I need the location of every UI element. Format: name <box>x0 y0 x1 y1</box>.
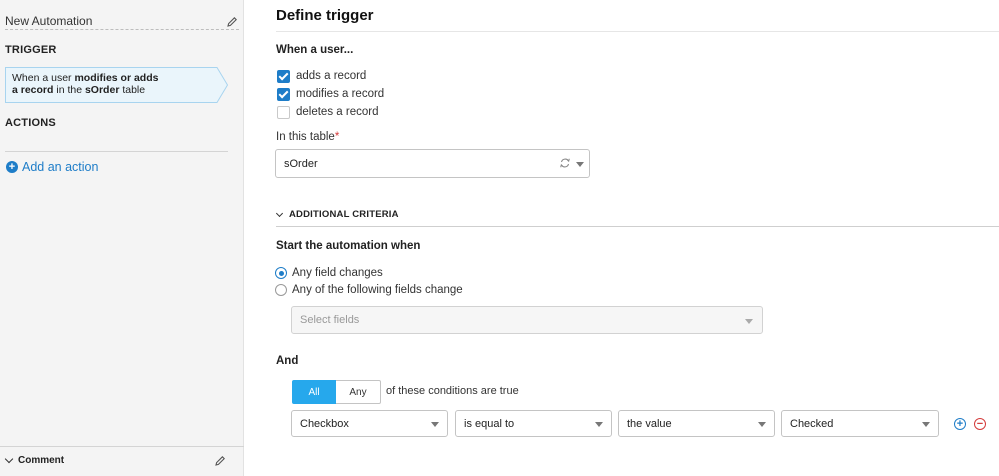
toggle-any-button[interactable]: Any <box>336 380 381 404</box>
trigger-heading: TRIGGER <box>5 44 57 56</box>
condition-value-value: Checked <box>790 417 834 430</box>
conditions-text: of these conditions are true <box>386 385 519 397</box>
edit-comment-pencil-icon[interactable] <box>214 455 226 467</box>
required-asterisk: * <box>334 131 340 143</box>
radio-following-fields[interactable]: Any of the following fields change <box>275 283 463 297</box>
checkbox-label: adds a record <box>296 70 367 82</box>
remove-condition-minus-icon[interactable]: − <box>974 418 986 430</box>
comment-heading: Comment <box>18 455 65 466</box>
add-action-label: Add an action <box>22 160 99 174</box>
table-select[interactable]: sOrder <box>275 149 590 178</box>
trigger-text-part: in the <box>53 83 85 96</box>
condition-value-type-value: the value <box>627 417 672 430</box>
chevron-down-icon <box>576 162 584 167</box>
add-condition-plus-icon[interactable]: + <box>954 418 966 430</box>
checkbox-adds-record[interactable]: adds a record <box>277 69 366 83</box>
trigger-summary: When a user modifies or adds a record in… <box>12 72 159 96</box>
start-when-heading: Start the automation when <box>276 240 421 252</box>
condition-field-value: Checkbox <box>300 417 349 430</box>
checkbox-unchecked-icon[interactable] <box>277 105 290 119</box>
sidebar: New Automation TRIGGER When a user modif… <box>0 0 244 476</box>
plus-circle-icon: + <box>6 161 18 173</box>
trigger-text-bold: modifies or adds <box>74 72 159 84</box>
refresh-icon[interactable] <box>559 157 571 169</box>
criteria-divider <box>276 226 999 227</box>
trigger-card[interactable]: When a user modifies or adds a record in… <box>5 67 229 103</box>
checkbox-label: deletes a record <box>296 106 379 118</box>
toggle-all-button[interactable]: All <box>292 380 336 404</box>
table-label-text: In this table <box>276 131 335 143</box>
radio-label: Any field changes <box>292 267 383 279</box>
chevron-down-icon <box>758 422 766 427</box>
radio-any-field[interactable]: Any field changes <box>275 266 383 280</box>
condition-field-select[interactable]: Checkbox <box>291 410 448 437</box>
actions-heading: ACTIONS <box>5 117 56 129</box>
additional-criteria-toggle[interactable]: ADDITIONAL CRITERIA <box>275 209 399 220</box>
fields-select[interactable]: Select fields <box>291 306 763 334</box>
comment-toggle[interactable]: Comment <box>4 454 65 466</box>
chevron-down-icon <box>4 454 14 464</box>
radio-selected-icon[interactable] <box>275 267 287 279</box>
automation-name-text: New Automation <box>5 14 93 28</box>
checkbox-checked-icon[interactable] <box>277 87 290 101</box>
and-heading: And <box>276 355 299 367</box>
chevron-down-icon <box>745 319 753 324</box>
automation-name[interactable]: New Automation <box>5 13 239 30</box>
chevron-down-icon <box>595 422 603 427</box>
radio-label: Any of the following fields change <box>292 284 463 296</box>
table-select-value: sOrder <box>284 157 318 170</box>
criteria-heading: ADDITIONAL CRITERIA <box>289 209 399 220</box>
trigger-text-bold: a record <box>12 83 54 96</box>
sidebar-divider <box>5 151 228 152</box>
chevron-down-icon <box>275 209 284 217</box>
when-user-heading: When a user... <box>276 44 354 56</box>
checkbox-label: modifies a record <box>296 88 385 100</box>
radio-unselected-icon[interactable] <box>275 284 287 296</box>
chevron-down-icon <box>431 422 439 427</box>
trigger-table-name: sOrder <box>84 83 120 96</box>
table-field-label: In this table* <box>276 131 339 143</box>
chevron-down-icon <box>922 422 930 427</box>
comment-divider <box>0 446 244 447</box>
page-title: Define trigger <box>276 7 374 24</box>
condition-operator-value: is equal to <box>464 417 515 430</box>
condition-value-select[interactable]: Checked <box>781 410 939 437</box>
edit-name-pencil-icon[interactable] <box>226 16 238 28</box>
condition-operator-select[interactable]: is equal to <box>455 410 612 437</box>
title-divider <box>276 31 999 32</box>
fields-select-placeholder: Select fields <box>300 314 360 326</box>
checkbox-deletes-record[interactable]: deletes a record <box>277 105 378 119</box>
condition-value-type-select[interactable]: the value <box>618 410 775 437</box>
checkbox-checked-icon[interactable] <box>277 69 290 83</box>
main-panel: Define trigger When a user... adds a rec… <box>245 0 999 476</box>
trigger-text-part: When a user <box>12 72 75 84</box>
match-toggle[interactable]: All Any <box>292 380 381 404</box>
checkbox-modifies-record[interactable]: modifies a record <box>277 87 384 101</box>
trigger-text-part: table <box>119 83 146 96</box>
add-action-button[interactable]: + Add an action <box>6 159 98 175</box>
